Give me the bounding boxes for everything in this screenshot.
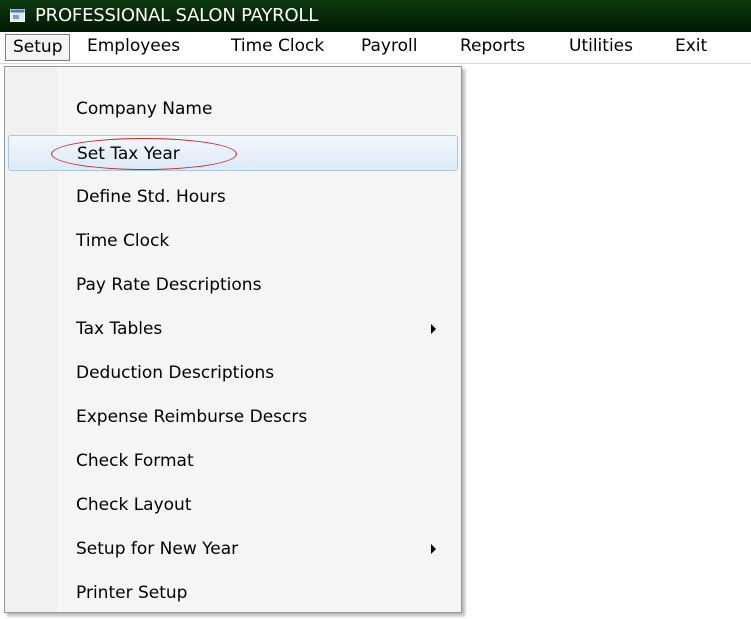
menu-item-label: Deduction Descriptions — [76, 363, 275, 383]
menu-item-label: Tax Tables — [76, 319, 163, 339]
menu-item-pay-rate-descriptions[interactable]: Pay Rate Descriptions — [8, 267, 458, 303]
red-annotation-circle — [51, 138, 237, 170]
menu-item-label: Check Format — [76, 451, 194, 471]
menu-item-label: Printer Setup — [76, 583, 188, 603]
menu-utilities[interactable]: Utilities — [561, 34, 641, 61]
menu-item-label: Company Name — [76, 99, 213, 119]
menu-bar: Setup Employees Time Clock Payroll Repor… — [0, 32, 751, 64]
submenu-arrow-icon — [431, 324, 436, 334]
menu-item-label: Check Layout — [76, 495, 192, 515]
menu-time-clock[interactable]: Time Clock — [223, 34, 332, 61]
menu-item-define-std-hours[interactable]: Define Std. Hours — [8, 179, 458, 215]
title-bar: PROFESSIONAL SALON PAYROLL — [0, 0, 751, 32]
menu-item-expense-reimburse-descrs[interactable]: Expense Reimburse Descrs — [8, 399, 458, 435]
submenu-arrow-icon — [431, 544, 436, 554]
menu-item-label: Expense Reimburse Descrs — [76, 407, 308, 427]
menu-item-tax-tables[interactable]: Tax Tables — [8, 311, 458, 347]
menu-item-check-format[interactable]: Check Format — [8, 443, 458, 479]
menu-item-check-layout[interactable]: Check Layout — [8, 487, 458, 523]
app-window-icon — [10, 9, 25, 22]
menu-item-deduction-descriptions[interactable]: Deduction Descriptions — [8, 355, 458, 391]
menu-employees[interactable]: Employees — [79, 34, 188, 61]
menu-setup[interactable]: Setup — [5, 34, 71, 61]
menu-item-setup-for-new-year[interactable]: Setup for New Year — [8, 531, 458, 567]
menu-item-printer-setup[interactable]: Printer Setup — [8, 575, 458, 611]
setup-dropdown-menu: Company Name Set Tax Year Define Std. Ho… — [4, 66, 462, 613]
menu-reports[interactable]: Reports — [452, 34, 533, 61]
window-title: PROFESSIONAL SALON PAYROLL — [35, 5, 319, 26]
menu-item-label: Setup for New Year — [76, 539, 239, 559]
menu-item-company-name[interactable]: Company Name — [8, 91, 458, 127]
menu-payroll[interactable]: Payroll — [353, 34, 425, 61]
menu-item-label: Pay Rate Descriptions — [76, 275, 262, 295]
menu-exit[interactable]: Exit — [667, 34, 715, 61]
menu-item-label: Define Std. Hours — [76, 187, 226, 207]
menu-item-set-tax-year[interactable]: Set Tax Year — [8, 135, 458, 171]
menu-item-label: Time Clock — [76, 231, 170, 251]
menu-item-time-clock[interactable]: Time Clock — [8, 223, 458, 259]
